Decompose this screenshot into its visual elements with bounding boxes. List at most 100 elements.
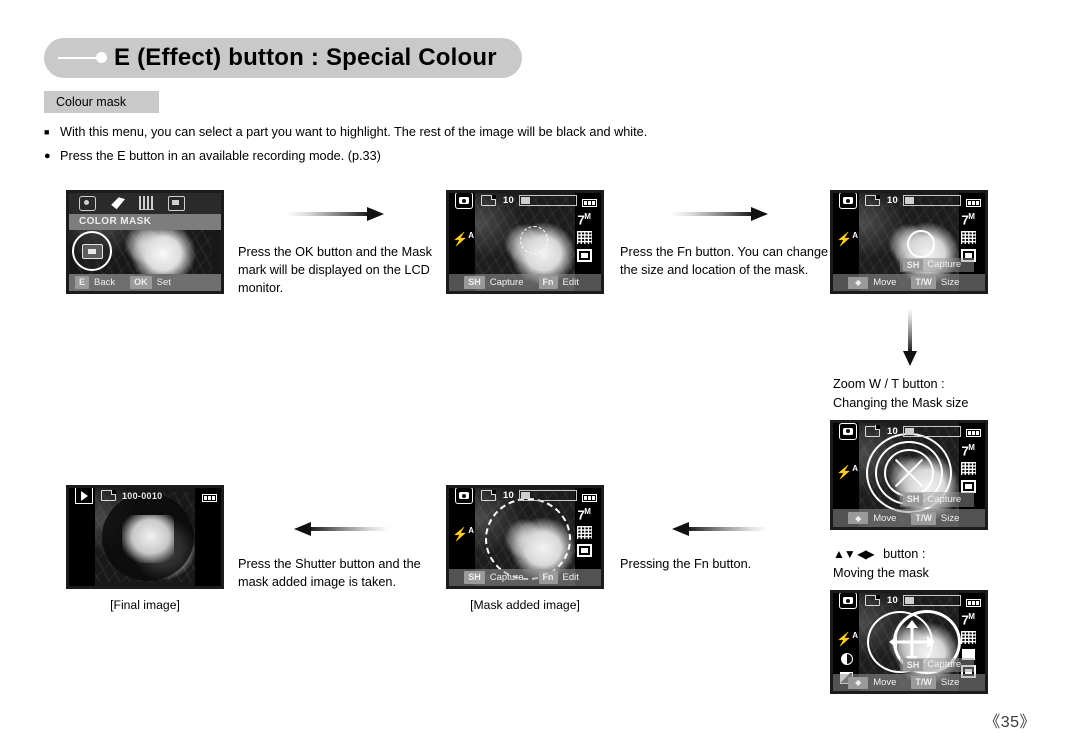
battery-icon bbox=[966, 429, 981, 437]
key-label-edit: Edit bbox=[562, 277, 579, 289]
memory-bar bbox=[518, 195, 577, 207]
mask-dashed-overlay bbox=[485, 497, 572, 580]
battery-icon bbox=[966, 599, 981, 607]
record-mode-icon bbox=[839, 593, 857, 610]
key-chip-fn[interactable]: Fn bbox=[538, 571, 558, 585]
floating-capture-key: SH Capture bbox=[899, 492, 975, 508]
memory-bar bbox=[902, 195, 961, 207]
mask-added-image-caption: [Mask added image] bbox=[470, 598, 580, 612]
step2-caption: Press the Fn button. You can change the … bbox=[620, 245, 829, 277]
step1-caption: Press the OK button and the Mask mark wi… bbox=[238, 245, 432, 295]
dpad-icon[interactable]: ◆ bbox=[848, 276, 869, 289]
floating-capture-key: SH Capture bbox=[899, 257, 975, 273]
osd-left-icons: ⚡A bbox=[452, 527, 474, 541]
key-chip-tw[interactable]: T/W bbox=[911, 276, 936, 290]
colour-mask-selection-icon[interactable] bbox=[72, 231, 112, 272]
flash-auto-icon: ⚡A bbox=[836, 463, 858, 479]
final-subject-highlight bbox=[122, 514, 175, 563]
osd-right-icons: 7M bbox=[569, 506, 599, 557]
step5-caption: Pressing the Fn button. bbox=[620, 557, 752, 571]
lcd-screen-mask-added: 10 ⚡A 7M SH Capture Fn Edit bbox=[446, 485, 604, 589]
key-label-move: Move bbox=[873, 512, 897, 524]
resolution-icon: 7M bbox=[577, 211, 591, 227]
shots-remaining: 10 bbox=[887, 425, 898, 437]
resolution-icon: 7M bbox=[961, 211, 975, 227]
effect-tab-icon[interactable] bbox=[111, 197, 125, 210]
osd-right-icons: 7M bbox=[569, 211, 599, 262]
key-chip-tw[interactable]: T/W bbox=[911, 676, 936, 690]
bullet-item: ■ With this menu, you can select a part … bbox=[44, 124, 944, 141]
intro-bullets: ■ With this menu, you can select a part … bbox=[44, 124, 944, 172]
key-chip-sh[interactable]: SH bbox=[902, 493, 924, 507]
key-label-capture: Capture bbox=[927, 659, 962, 671]
key-chip-sh[interactable]: SH bbox=[902, 258, 924, 272]
quality-grid-icon bbox=[576, 525, 592, 539]
bullet-text: Press the E button in an available recor… bbox=[60, 149, 381, 163]
resolution-icon: 7M bbox=[577, 506, 591, 522]
memory-card-icon bbox=[865, 194, 881, 207]
flash-auto-icon: ⚡A bbox=[836, 231, 858, 247]
osd-top-bar: 10 bbox=[833, 193, 985, 210]
key-chip-e[interactable]: E bbox=[75, 276, 90, 290]
osd-bottom-keys: ◆ Move T/W Size bbox=[833, 674, 985, 691]
quality-grid-icon bbox=[960, 230, 976, 244]
setup-tab-icon[interactable] bbox=[168, 195, 185, 211]
record-mode-icon bbox=[839, 423, 857, 440]
circle-bullet-icon: ● bbox=[44, 150, 51, 162]
metering-icon bbox=[576, 248, 592, 262]
quality-grid-icon bbox=[576, 230, 592, 244]
osd-right-icons: 7M bbox=[953, 211, 983, 262]
shots-remaining: 10 bbox=[887, 595, 898, 607]
shots-remaining: 10 bbox=[503, 490, 514, 502]
arrow-right-step2 bbox=[672, 207, 768, 221]
key-label-capture: Capture bbox=[489, 572, 524, 584]
key-label-size: Size bbox=[940, 677, 960, 689]
key-label-size: Size bbox=[940, 277, 960, 289]
memory-card-icon bbox=[865, 594, 881, 607]
osd-top-bar: 10 bbox=[833, 423, 985, 440]
manual-page: E (Effect) button : Special Colour Colou… bbox=[0, 0, 1080, 746]
memory-card-icon bbox=[481, 194, 497, 207]
key-chip-ok[interactable]: OK bbox=[130, 276, 152, 290]
resolution-icon: 7M bbox=[961, 442, 975, 459]
osd-top-bar: 10 bbox=[833, 593, 985, 610]
osd-right-icons: 7M bbox=[953, 442, 983, 494]
zoom-button-note-line1: Zoom W / T button : bbox=[833, 377, 945, 391]
zoom-button-note: Zoom W / T button : Changing the Mask si… bbox=[833, 375, 1043, 413]
menu-title-bar: COLOR MASK bbox=[69, 213, 221, 231]
key-label-size: Size bbox=[940, 512, 960, 524]
lcd-screen-mask-move: 10 ⚡A 7M SH Capture ◆ Move T/W Size bbox=[830, 590, 988, 694]
bullet-item: ● Press the E button in an available rec… bbox=[44, 148, 944, 165]
camera-tab-icon[interactable] bbox=[79, 195, 96, 211]
osd-bottom-keys: ◆ Move T/W Size bbox=[833, 274, 985, 291]
file-number: 100-0010 bbox=[122, 490, 163, 501]
playback-mode-icon bbox=[75, 488, 93, 505]
key-chip-sh[interactable]: SH bbox=[464, 571, 485, 585]
key-chip-fn[interactable]: Fn bbox=[538, 276, 558, 290]
osd-bottom-keys: SH Capture Fn Edit bbox=[449, 569, 601, 586]
memory-bar bbox=[518, 490, 577, 502]
dpad-icon[interactable]: ◆ bbox=[848, 512, 869, 525]
key-label-set: Set bbox=[156, 277, 171, 289]
floating-capture-key: SH Capture bbox=[899, 657, 975, 673]
lcd-screen-color-mask-menu: COLOR MASK E Back OK Set bbox=[66, 190, 224, 294]
key-label-capture: Capture bbox=[927, 494, 962, 506]
record-mode-icon bbox=[455, 488, 473, 505]
key-chip-sh[interactable]: SH bbox=[464, 276, 485, 290]
page-title-bar: E (Effect) button : Special Colour bbox=[44, 38, 522, 78]
direction-arrows-icon: ▲▼ ◀▶ bbox=[833, 547, 875, 561]
sound-tab-icon[interactable] bbox=[139, 196, 154, 211]
direction-button-note: ▲▼ ◀▶ button : Moving the mask bbox=[833, 545, 1043, 583]
resolution-icon: 7M bbox=[961, 611, 975, 627]
record-mode-icon bbox=[839, 193, 857, 210]
dpad-icon[interactable]: ◆ bbox=[848, 676, 869, 689]
key-chip-sh[interactable]: SH bbox=[902, 658, 924, 672]
menu-footer-keys: E Back OK Set bbox=[69, 274, 221, 291]
menu-title-label: COLOR MASK bbox=[79, 216, 152, 228]
arrow-left-step6 bbox=[294, 522, 390, 536]
arrow-left-step5 bbox=[672, 522, 768, 536]
shots-remaining: 10 bbox=[503, 195, 514, 207]
key-chip-tw[interactable]: T/W bbox=[911, 511, 936, 525]
flash-auto-icon: ⚡A bbox=[452, 231, 474, 247]
osd-top-bar: 100-0010 bbox=[69, 488, 221, 505]
